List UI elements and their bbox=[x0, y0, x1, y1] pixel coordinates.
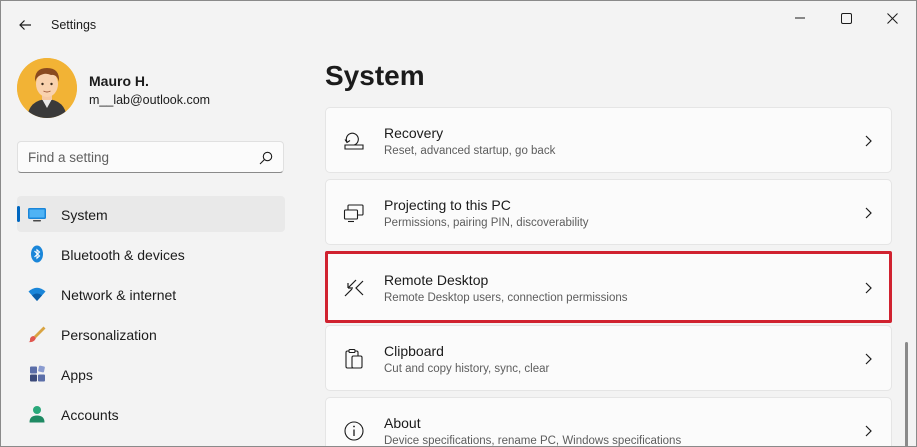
person-icon bbox=[29, 406, 45, 423]
page-title: System bbox=[325, 60, 425, 91]
card-description: Permissions, pairing PIN, discoverabilit… bbox=[384, 217, 589, 229]
sidebar-item-system[interactable]: System bbox=[17, 196, 285, 232]
maximize-icon bbox=[840, 12, 852, 24]
clipboard-icon bbox=[345, 348, 363, 369]
card-title: Recovery bbox=[384, 125, 444, 141]
card-title: Clipboard bbox=[384, 343, 444, 359]
sidebar-item-personalization[interactable]: Personalization bbox=[17, 316, 285, 352]
close-button[interactable] bbox=[869, 4, 915, 32]
search-icon[interactable] bbox=[259, 151, 273, 165]
search-input[interactable] bbox=[28, 148, 248, 166]
card-title: Remote Desktop bbox=[384, 272, 489, 288]
maximize-button[interactable] bbox=[823, 4, 869, 32]
minimize-button[interactable] bbox=[777, 4, 823, 32]
back-arrow-icon bbox=[19, 20, 31, 30]
sidebar-item-accounts[interactable]: Accounts bbox=[17, 396, 285, 432]
title-bar: Settings bbox=[0, 0, 917, 50]
search-box[interactable] bbox=[17, 141, 284, 173]
wifi-icon bbox=[28, 287, 46, 301]
card-description: Device specifications, rename PC, Window… bbox=[384, 435, 682, 447]
projecting-icon bbox=[343, 204, 364, 223]
settings-card-clipboard[interactable]: Clipboard Cut and copy history, sync, cl… bbox=[325, 325, 892, 391]
minimize-icon bbox=[795, 17, 805, 19]
back-button[interactable] bbox=[12, 12, 38, 38]
sidebar-nav: System Bluetooth & devices Network & int… bbox=[17, 196, 285, 436]
sidebar-item-bluetooth[interactable]: Bluetooth & devices bbox=[17, 236, 285, 272]
sidebar-item-label: Personalization bbox=[61, 327, 157, 343]
card-description: Remote Desktop users, connection permiss… bbox=[384, 292, 628, 304]
settings-card-about[interactable]: About Device specifications, rename PC, … bbox=[325, 397, 892, 447]
sidebar-item-label: Bluetooth & devices bbox=[61, 247, 185, 263]
paintbrush-icon bbox=[28, 326, 46, 343]
card-description: Reset, advanced startup, go back bbox=[384, 145, 556, 157]
sidebar-item-network[interactable]: Network & internet bbox=[17, 276, 285, 312]
bluetooth-icon bbox=[31, 245, 43, 263]
recovery-icon bbox=[344, 132, 364, 150]
settings-card-recovery[interactable]: Recovery Reset, advanced startup, go bac… bbox=[325, 107, 892, 173]
chevron-right-icon bbox=[865, 135, 872, 147]
settings-card-projecting[interactable]: Projecting to this PC Permissions, pairi… bbox=[325, 179, 892, 245]
sidebar-item-label: Accounts bbox=[61, 407, 119, 423]
settings-card-remote-desktop[interactable]: Remote Desktop Remote Desktop users, con… bbox=[325, 251, 892, 323]
avatar-icon bbox=[17, 58, 77, 118]
sidebar-item-label: Network & internet bbox=[61, 287, 177, 303]
user-name: Mauro H. bbox=[89, 73, 149, 89]
card-title: About bbox=[384, 415, 421, 431]
selection-indicator bbox=[17, 206, 20, 222]
chevron-right-icon bbox=[865, 282, 872, 294]
sidebar-item-label: System bbox=[61, 207, 108, 223]
apps-icon bbox=[30, 365, 45, 382]
chevron-right-icon bbox=[865, 207, 872, 219]
sidebar-item-apps[interactable]: Apps bbox=[17, 356, 285, 392]
remote-desktop-icon bbox=[344, 279, 364, 297]
info-icon bbox=[344, 421, 364, 441]
app-title: Settings bbox=[51, 18, 97, 32]
card-title: Projecting to this PC bbox=[384, 197, 511, 213]
card-description: Cut and copy history, sync, clear bbox=[384, 363, 550, 375]
sidebar-item-label: Apps bbox=[61, 367, 93, 383]
user-email: m__lab@outlook.com bbox=[89, 93, 211, 107]
system-icon bbox=[28, 208, 46, 222]
chevron-right-icon bbox=[865, 353, 872, 365]
chevron-right-icon bbox=[865, 425, 872, 437]
close-icon bbox=[886, 12, 898, 24]
scrollbar-thumb[interactable] bbox=[905, 342, 908, 447]
avatar bbox=[17, 58, 77, 118]
